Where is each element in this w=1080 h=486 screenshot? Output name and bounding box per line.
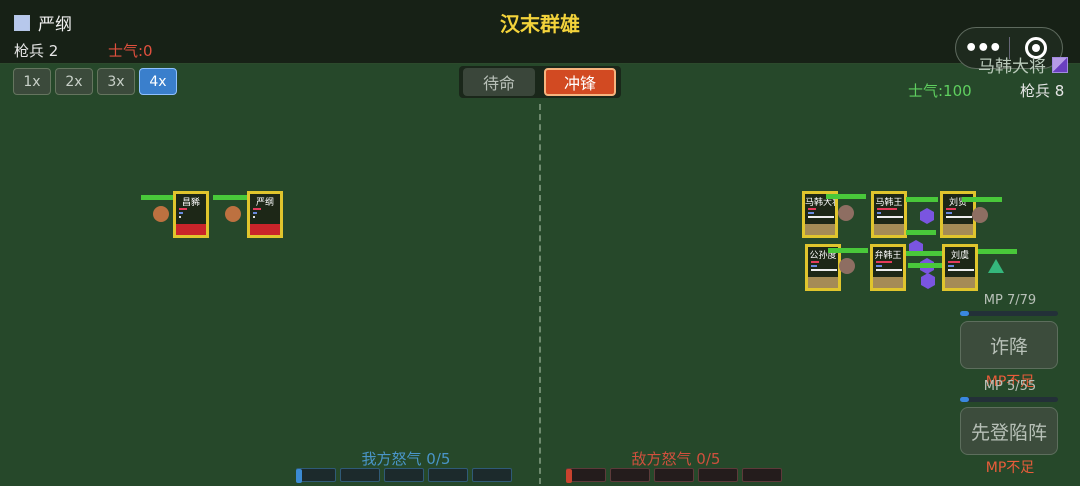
enemy-morale: 士气:100 [908,82,972,100]
skill-button-feigned-surrender[interactable]: 诈降 [960,321,1058,369]
page-title: 汉末群雄 [500,12,580,36]
soldier-marker [839,258,855,274]
rage-cap [566,469,572,483]
mp-label: MP 5/55 [983,379,1037,394]
unit-hp-bar [906,230,936,235]
soldier-marker [225,206,241,222]
mp-insufficient-label: MP不足 [985,460,1035,476]
mp-fill [960,311,969,316]
mp-bar [960,397,1058,402]
rage-slots [566,468,786,482]
unit-hp-bar [978,249,1017,254]
unit-hp-bar [906,251,942,256]
rage-slot [384,468,424,482]
speed-4x-button[interactable]: 4x [139,68,177,95]
unit-hp-bar [908,263,944,268]
unit-hp-bar [962,197,1002,202]
hexagon-marker [920,208,934,224]
unit-hp-bar [826,194,866,199]
speed-1x-button[interactable]: 1x [13,68,51,95]
rage-slot [654,468,694,482]
unit-name: 昌豨 [181,198,200,208]
player-morale: 士气:0 [108,42,153,60]
player-unit-2[interactable]: 严纲 [247,191,283,238]
rage-cap [296,469,302,483]
rage-slot [566,468,606,482]
soldier-marker [972,207,988,223]
unit-hp-bar [906,197,938,202]
enemy-troops: 枪兵 8 [1020,82,1065,100]
mp-bar [960,311,1058,316]
hexagon-marker [921,273,935,289]
enemy-color-swatch [1052,56,1068,73]
speed-2x-button[interactable]: 2x [55,68,93,95]
top-bar: 严纲 枪兵 2 士气:0 汉末群雄 [0,0,1080,64]
rage-slot [610,468,650,482]
unit-name: 刘虞 [950,251,969,261]
unit-name: 弁韩王 [874,251,902,261]
enemy-rage-label: 敌方怒气 0/5 [631,450,721,468]
enemy-general-info: 马韩大将 [978,52,1068,77]
player-unit-1[interactable]: 昌豨 [173,191,209,238]
player-troops: 枪兵 2 [14,42,59,60]
rage-slots [296,468,516,482]
soldier-marker [153,206,169,222]
triangle-marker [988,259,1004,273]
skill-panel-2: MP 5/55 先登陷阵 MP不足 [960,379,1060,477]
unit-hp-bar [828,248,868,253]
rage-slot [296,468,336,482]
speed-3x-button[interactable]: 3x [97,68,135,95]
mp-label: MP 7/79 [983,293,1037,308]
enemy-unit-6[interactable]: 刘虞 [942,244,978,291]
mp-fill [960,397,969,402]
speed-selector: 1x 2x 3x 4x [13,68,177,95]
enemy-rage-meter: 敌方怒气 0/5 [566,448,786,483]
enemy-unit-5[interactable]: 弁韩王 [870,244,906,291]
rage-slot [742,468,782,482]
rage-slot [340,468,380,482]
soldier-marker [838,205,854,221]
rage-slot [428,468,468,482]
skill-button-vanguard-assault[interactable]: 先登陷阵 [960,407,1058,455]
enemy-general-name: 马韩大将 [978,57,1046,77]
rage-slot [698,468,738,482]
enemy-unit-2[interactable]: 马韩王 [871,191,907,238]
skill-panel-1: MP 7/79 诈降 MP不足 [960,293,1060,391]
standby-button[interactable]: 待命 [463,68,535,96]
charge-button[interactable]: 冲锋 [544,68,616,96]
player-rage-label: 我方怒气 0/5 [361,450,451,468]
unit-name: 马韩王 [875,198,903,208]
unit-name: 严纲 [255,198,274,208]
player-rage-meter: 我方怒气 0/5 [296,448,516,483]
rage-slot [472,468,512,482]
battlefield-midline [539,104,541,484]
mode-toggle: 待命 冲锋 [459,66,621,98]
